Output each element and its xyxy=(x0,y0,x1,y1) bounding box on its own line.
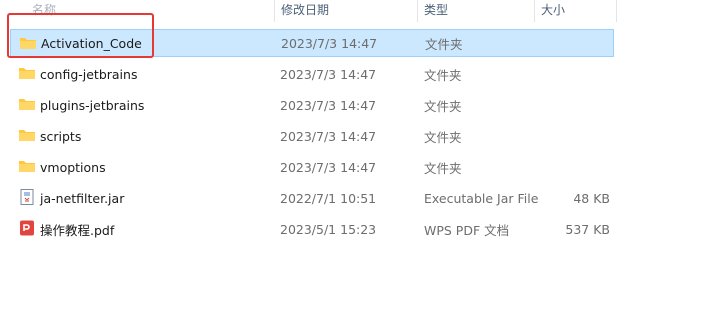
file-date: 2023/7/3 14:47 xyxy=(281,35,378,51)
file-name: plugins-jetbrains xyxy=(40,97,145,113)
file-type: WPS PDF 文档 xyxy=(424,222,510,238)
file-date: 2023/7/3 14:47 xyxy=(280,128,377,144)
pdf-file-icon xyxy=(20,220,34,236)
file-type: 文件夹 xyxy=(424,67,462,83)
file-date: 2022/7/1 10:51 xyxy=(280,190,377,206)
file-row-tutorial-pdf[interactable]: 操作教程.pdf 2023/5/1 15:23 WPS PDF 文档 537 K… xyxy=(10,215,614,243)
file-name: config-jetbrains xyxy=(40,66,138,82)
file-type: Executable Jar File xyxy=(424,190,539,206)
file-size: 537 KB xyxy=(565,221,610,237)
file-type: 文件夹 xyxy=(424,129,462,145)
file-row-scripts[interactable]: scripts 2023/7/3 14:47 文件夹 xyxy=(10,122,614,150)
file-type: 文件夹 xyxy=(424,160,462,176)
column-header-date-modified[interactable]: 修改日期 xyxy=(275,0,418,22)
file-row-ja-netfilter-jar[interactable]: ja-netfilter.jar 2022/7/1 10:51 Executab… xyxy=(10,184,614,212)
file-name: ja-netfilter.jar xyxy=(40,190,125,206)
file-size: 48 KB xyxy=(573,190,610,206)
file-row-vmoptions[interactable]: vmoptions 2023/7/3 14:47 文件夹 xyxy=(10,153,614,181)
file-date: 2023/7/3 14:47 xyxy=(280,97,377,113)
file-name: scripts xyxy=(40,128,82,144)
file-date: 2023/7/3 14:47 xyxy=(280,66,377,82)
file-name: 操作教程.pdf xyxy=(40,222,115,238)
file-date: 2023/7/3 14:47 xyxy=(280,159,377,175)
file-name: vmoptions xyxy=(40,159,106,175)
file-type: 文件夹 xyxy=(425,36,463,52)
file-row-plugins-jetbrains[interactable]: plugins-jetbrains 2023/7/3 14:47 文件夹 xyxy=(10,91,614,119)
annotation-highlight-box xyxy=(7,13,154,58)
folder-icon xyxy=(19,130,35,141)
column-header-type[interactable]: 类型 xyxy=(418,0,535,22)
folder-icon xyxy=(19,161,35,172)
file-date: 2023/5/1 15:23 xyxy=(280,221,377,237)
file-type: 文件夹 xyxy=(424,98,462,114)
jar-file-icon xyxy=(20,189,34,205)
file-row-config-jetbrains[interactable]: config-jetbrains 2023/7/3 14:47 文件夹 xyxy=(10,60,614,88)
folder-icon xyxy=(19,99,35,110)
folder-icon xyxy=(19,68,35,79)
column-header-size[interactable]: 大小 xyxy=(535,0,617,22)
